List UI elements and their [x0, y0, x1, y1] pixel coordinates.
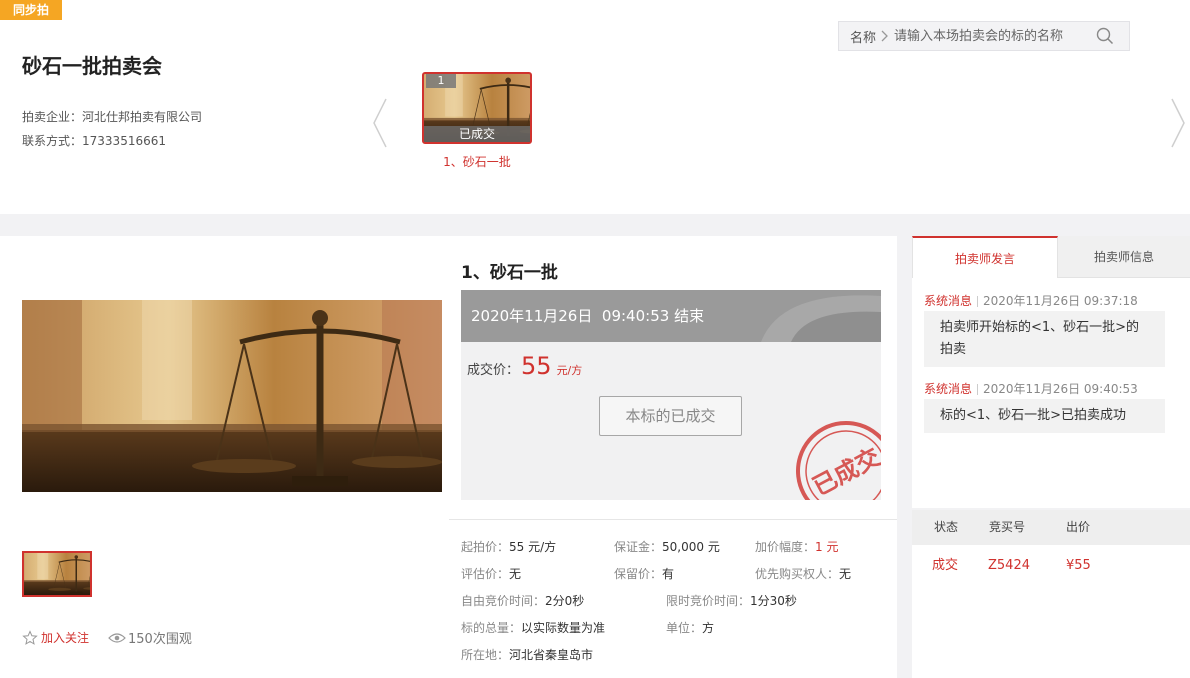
quantity-label: 标的总量：: [461, 621, 522, 635]
end-time-bar: 2020年11月26日 09:40:53 结束: [461, 290, 881, 342]
auction-title: 砂石一批拍卖会: [22, 54, 162, 78]
message-body: 标的<1、砂石一批>已拍卖成功: [924, 399, 1165, 433]
location-label: 所在地：: [461, 648, 510, 662]
increment-info: 加价幅度：1 元: [755, 538, 838, 555]
location-value: 河北省秦皇岛市: [509, 648, 594, 662]
view-count-text: 150次围观: [128, 632, 192, 647]
lot-detail: 加入关注 150次围观 1、砂石一批 2020年11月26日 09:40:53 …: [0, 236, 897, 678]
start-price-info: 起拍价：55 元/方: [461, 538, 556, 555]
deal-price-label: 成交价：: [467, 363, 520, 378]
tab-auctioneer-info[interactable]: 拍卖师信息: [1058, 236, 1190, 278]
free-time-info: 自由竞价时间：2分0秒: [461, 592, 584, 609]
bid-bidder-number: Z5424: [988, 558, 1030, 573]
location-info: 所在地：河北省秦皇岛市: [461, 646, 593, 663]
end-time-text: 2020年11月26日 09:40:53 结束: [471, 305, 704, 326]
contact-info: 联系方式：17333516661: [22, 132, 166, 149]
search-input[interactable]: [894, 22, 1091, 50]
sync-auction-badge: 同步拍: [0, 0, 62, 20]
deposit-info: 保证金：50,000 元: [614, 538, 720, 555]
carousel-prev-icon[interactable]: [372, 97, 388, 149]
message-source: 系统消息: [924, 382, 973, 396]
column-status: 状态: [934, 520, 959, 534]
column-bidder-number: 竞买号: [989, 520, 1026, 534]
reserve-info: 保留价：有: [614, 565, 674, 582]
appraisal-label: 评估价：: [461, 567, 510, 581]
message-separator: [977, 384, 979, 395]
chevron-right-icon[interactable]: [876, 21, 894, 51]
priority-info: 优先购买权人：无: [755, 565, 851, 582]
increment-label: 加价幅度：: [755, 540, 816, 554]
lot-status-label: 已成交: [424, 126, 530, 142]
lot-number: 1: [426, 74, 456, 88]
message-time: 2020年11月26日 09:40:53: [983, 382, 1138, 396]
eye-icon: [108, 632, 126, 643]
company-name: 河北仕邦拍卖有限公司: [82, 110, 203, 124]
star-icon: [22, 629, 38, 645]
sold-stamp: 已成交: [791, 416, 881, 500]
free-time-label: 自由竞价时间：: [461, 594, 546, 608]
message-time: 2020年11月26日 09:37:18: [983, 294, 1138, 308]
column-price: 出价: [1066, 520, 1091, 534]
bid-price: ¥55: [1066, 558, 1091, 573]
message-body: 拍卖师开始标的<1、砂石一批>的拍卖: [924, 311, 1165, 367]
lot-thumbnail[interactable]: 1 已成交: [422, 72, 532, 144]
reserve-value: 有: [662, 567, 675, 581]
lot-title: 1、砂石一批: [461, 263, 558, 283]
tab-auctioneer-speech[interactable]: 拍卖师发言: [912, 236, 1058, 278]
appraisal-info: 评估价：无: [461, 565, 521, 582]
message-header: 系统消息 2020年11月26日 09:40:53: [924, 380, 1138, 397]
view-count: 150次围观: [108, 628, 192, 647]
increment-value: 1 元: [815, 540, 839, 554]
deal-price: 成交价： 55 元/方: [467, 352, 582, 380]
limit-time-label: 限时竞价时间：: [666, 594, 751, 608]
lot-sold-button[interactable]: 本标的已成交: [599, 396, 742, 436]
carousel-next-icon[interactable]: [1170, 97, 1186, 149]
lot-gallery-thumbnail[interactable]: [22, 551, 92, 597]
priority-value: 无: [839, 567, 852, 581]
message-source: 系统消息: [924, 294, 973, 308]
detail-divider: [449, 519, 897, 520]
start-price-value: 55 元/方: [509, 540, 557, 554]
sold-stamp-text: 已成交: [808, 443, 881, 500]
quantity-value: 以实际数量为准: [521, 621, 606, 635]
unit-info: 单位：方: [666, 619, 714, 636]
follow-label: 加入关注: [41, 631, 90, 645]
start-price-label: 起拍价：: [461, 540, 510, 554]
deal-price-value: 55: [521, 352, 552, 380]
company-label: 拍卖企业：: [22, 110, 83, 124]
auctioneer-panel: 拍卖师发言 拍卖师信息 系统消息 2020年11月26日 09:37:18 拍卖师…: [912, 236, 1190, 508]
deal-price-unit: 元/方: [556, 364, 583, 377]
contact-phone: 17333516661: [82, 134, 166, 148]
table-row: 成交 Z5424 ¥55: [912, 548, 1190, 583]
deposit-label: 保证金：: [614, 540, 663, 554]
search-icon[interactable]: [1090, 22, 1120, 50]
end-time: 09:40:53: [601, 307, 670, 325]
end-date: 2020年11月26日: [471, 307, 593, 325]
appraisal-value: 无: [509, 567, 522, 581]
limit-time-value: 1分30秒: [750, 594, 797, 608]
auction-header: 同步拍 砂石一批拍卖会 拍卖企业：河北仕邦拍卖有限公司 联系方式：1733351…: [0, 0, 1190, 214]
bid-record-table: 状态 竞买号 出价 成交 Z5424 ¥55: [912, 510, 1190, 678]
lot-status-panel: 2020年11月26日 09:40:53 结束 成交价： 55 元/方 本标的已…: [461, 290, 881, 500]
free-time-value: 2分0秒: [545, 594, 585, 608]
reserve-label: 保留价：: [614, 567, 663, 581]
message-header: 系统消息 2020年11月26日 09:37:18: [924, 292, 1138, 309]
bid-table-header: 状态 竞买号 出价: [912, 510, 1190, 545]
unit-value: 方: [702, 621, 715, 635]
bid-status: 成交: [932, 558, 959, 573]
contact-label: 联系方式：: [22, 134, 83, 148]
quantity-info: 标的总量：以实际数量为准: [461, 619, 605, 636]
limit-time-info: 限时竞价时间：1分30秒: [666, 592, 797, 609]
priority-label: 优先购买权人：: [755, 567, 840, 581]
message-separator: [977, 296, 979, 307]
deposit-value: 50,000 元: [662, 540, 720, 554]
unit-label: 单位：: [666, 621, 703, 635]
lot-main-image: [22, 300, 442, 492]
follow-button[interactable]: 加入关注: [22, 629, 89, 646]
search-field-label[interactable]: 名称: [839, 27, 876, 46]
lot-caption[interactable]: 1、砂石一批: [422, 153, 532, 170]
end-suffix: 结束: [674, 307, 705, 325]
company-info: 拍卖企业：河北仕邦拍卖有限公司: [22, 108, 202, 125]
lot-search: 名称: [838, 21, 1130, 51]
